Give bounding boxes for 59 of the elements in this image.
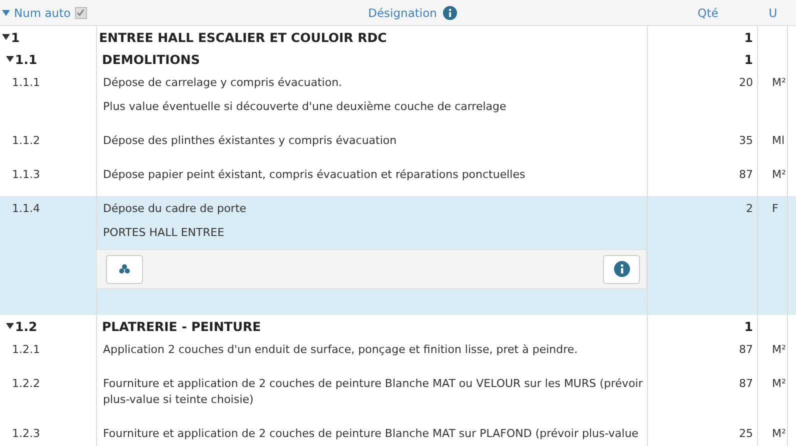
unit: M² xyxy=(772,427,786,440)
column-header[interactable]: U xyxy=(768,6,778,20)
quantity: 25 xyxy=(739,427,753,440)
chapter-title: DEMOLITIONS xyxy=(102,52,200,66)
caret-icon[interactable] xyxy=(6,323,14,329)
column-header[interactable]: Désignation xyxy=(368,6,437,20)
quantity: 1 xyxy=(744,52,753,66)
info-button[interactable] xyxy=(603,254,640,284)
caret-icon[interactable] xyxy=(2,34,10,40)
item-description: Fourniture et application de 2 couches de peinture Blanche MAT ou VELOUR sur les MURS (prévoir plus-value si teinte choisie) xyxy=(103,376,643,408)
quantity: 87 xyxy=(739,168,753,181)
item-number: 1.1.3 xyxy=(12,168,40,181)
chapter-title: ENTREE HALL ESCALIER ET COULOIR RDC xyxy=(99,30,387,44)
table-row[interactable]: 1.1.1 Dépose de carrelage y compris évacuation. Plus value éventuelle si découverte d'une deuxième couche de carrelage 20 M² xyxy=(0,70,796,128)
chapter-number: 1 xyxy=(11,30,20,44)
checkbox[interactable] xyxy=(74,6,87,18)
table-row[interactable]: 1.2.3 Fourniture et application de 2 couches de peinture Blanche MAT sur PLAFOND (prévoir plus-value 25 M² xyxy=(0,421,796,446)
table-row[interactable]: 1.2.1 Application 2 couches d'un enduit de surface, ponçage et finition lisse, pret à peindre. 87 M² xyxy=(0,337,796,371)
sort-icon[interactable] xyxy=(2,10,10,16)
unit: F xyxy=(772,202,778,215)
item-description: Dépose des plinthes éxistantes y compris évacuation xyxy=(103,133,398,149)
quantity: 1 xyxy=(744,318,753,334)
unit: Ml xyxy=(772,134,785,147)
column-header[interactable]: Num auto xyxy=(14,6,71,20)
quantity: 35 xyxy=(739,134,753,147)
item-number: 1.1.1 xyxy=(12,76,40,89)
info-icon xyxy=(614,261,630,277)
cubes-icon xyxy=(119,264,130,274)
table-row[interactable]: 1.2.2 Fourniture et application de 2 couches de peinture Blanche MAT ou VELOUR sur les MURS (prévoir plus-value si teinte choisie) 87 M² xyxy=(0,371,796,421)
item-number: 1.2.2 xyxy=(12,377,40,390)
item-number: 1.1.4 xyxy=(12,202,40,215)
unit: M² xyxy=(772,168,786,181)
unit: M² xyxy=(772,377,786,390)
quantity: 1 xyxy=(744,30,753,44)
caret-icon[interactable] xyxy=(6,56,14,62)
item-number: 1.2.1 xyxy=(12,343,40,356)
info-icon[interactable] xyxy=(442,6,457,20)
chapter-number: 1.2 xyxy=(15,318,38,334)
column-header[interactable]: Qté xyxy=(698,6,718,20)
item-note: PORTES HALL ENTREE xyxy=(103,225,226,241)
item-note: Plus value éventuelle si découverte d'une deuxième couche de carrelage xyxy=(103,99,508,115)
quantity: 2 xyxy=(746,202,753,215)
item-description: Dépose de carrelage y compris évacuation. xyxy=(103,75,344,91)
table-row[interactable]: 1.1.4 Dépose du cadre de porte PORTES HALL ENTREE 2 F xyxy=(0,196,796,315)
quantity: 87 xyxy=(739,343,753,356)
item-number: 1.2.3 xyxy=(12,427,40,440)
item-description: Fourniture et application de 2 couches de peinture Blanche MAT sur PLAFOND (prévoir plus-value xyxy=(103,426,640,442)
unit: M² xyxy=(772,343,786,356)
table-row[interactable]: 1.1.2 Dépose des plinthes éxistantes y compris évacuation 35 Ml xyxy=(0,128,796,162)
item-number: 1.1.2 xyxy=(12,134,40,147)
components-button[interactable] xyxy=(106,254,143,284)
chapter-number: 1.1 xyxy=(15,52,38,66)
quantity: 20 xyxy=(739,76,753,89)
unit: M² xyxy=(772,76,786,89)
item-description: Dépose papier peint éxistant, compris évacuation et réparations ponctuelles xyxy=(103,167,526,183)
chapter-title: PLATRERIE - PEINTURE xyxy=(102,318,261,334)
item-description: Application 2 couches d'un enduit de surface, ponçage et finition lisse, pret à peindre. xyxy=(103,342,579,358)
item-description: Dépose du cadre de porte xyxy=(103,201,248,217)
quantity: 87 xyxy=(739,377,753,390)
